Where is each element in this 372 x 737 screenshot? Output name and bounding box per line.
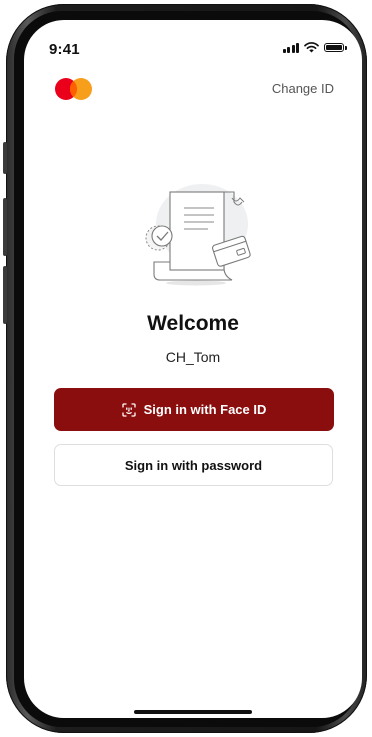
mastercard-logo [55, 78, 92, 100]
change-id-link[interactable]: Change ID [272, 81, 334, 96]
sign-in-face-id-button[interactable]: Sign in with Face ID [54, 388, 334, 431]
face-id-label: Sign in with Face ID [143, 402, 267, 417]
home-indicator[interactable] [134, 710, 252, 714]
volume-down-button [3, 266, 7, 324]
status-icons [282, 42, 347, 53]
signal-icon [282, 42, 299, 53]
receipt-card-illustration [145, 184, 251, 286]
app-screen: 9:41 Change ID Welcome CH_Tom Sign in wi… [24, 20, 362, 718]
password-label: Sign in with password [124, 457, 263, 473]
status-time: 9:41 [49, 41, 80, 58]
sign-in-password-button[interactable]: Sign in with password [54, 444, 333, 486]
mute-switch [3, 142, 7, 174]
username-label: CH_Tom [165, 349, 221, 365]
battery-icon [324, 43, 347, 52]
welcome-title: Welcome [147, 312, 239, 335]
face-id-icon [121, 402, 136, 417]
volume-up-button [3, 198, 7, 256]
wifi-icon [304, 42, 319, 53]
